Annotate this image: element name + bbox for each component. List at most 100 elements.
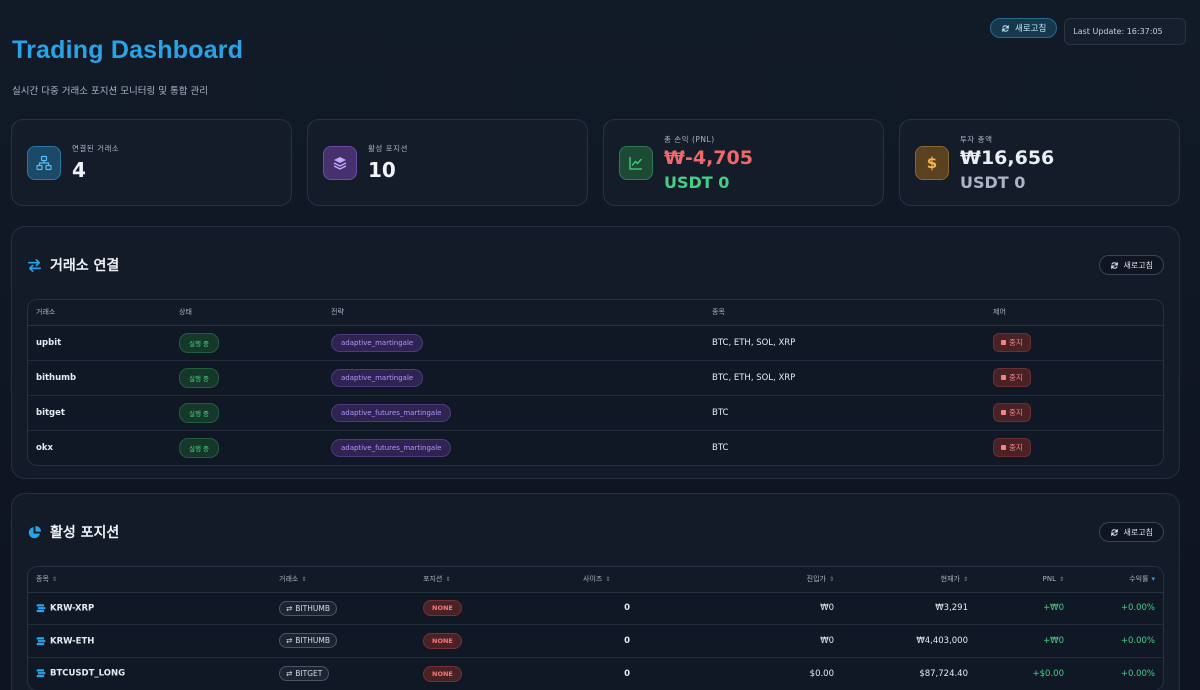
- pie-chart-icon: [28, 525, 42, 538]
- strategy-cell: adaptive_martingale: [323, 360, 704, 396]
- swap-icon: ⇄: [286, 603, 293, 613]
- layers-icon: [323, 145, 357, 180]
- refresh-icon: [1002, 24, 1009, 32]
- size: 0: [575, 624, 638, 658]
- symbol: KRW-XRP: [50, 603, 95, 614]
- status-badge: 실행 중: [179, 367, 220, 388]
- stop-button[interactable]: 중지: [993, 368, 1031, 387]
- refresh-all-button[interactable]: 새로고침: [990, 18, 1058, 38]
- exchange-cell: ⇄ BITHUMB: [271, 592, 415, 625]
- roi: +0.00%: [1120, 668, 1155, 679]
- position-badge: NONE: [423, 632, 462, 649]
- sort-header-size[interactable]: 사이즈 ⇕: [575, 567, 638, 593]
- symbol: KRW-ETH: [50, 636, 95, 646]
- exchange-name: bithumb: [28, 360, 171, 396]
- entry-price: ₩0: [638, 624, 842, 658]
- symbols: BTC: [712, 442, 729, 453]
- column-label: 사이즈: [583, 575, 603, 584]
- strategy-badge: adaptive_futures_martingale: [331, 438, 452, 457]
- status-badge: 실행 중: [179, 402, 220, 423]
- current-price: ₩4,403,000: [842, 624, 976, 658]
- entry-price: $0.00: [809, 668, 834, 679]
- exchange-chip: ⇄ BITHUMB: [279, 633, 337, 649]
- exchanges-panel-title: 거래소 연결: [27, 255, 119, 275]
- refresh-label: 새로고침: [1123, 527, 1153, 537]
- table-row: upbit 실행 중 adaptive_martingale BTC, ETH,…: [28, 325, 1163, 361]
- stat-label: 연결된 거래소: [72, 144, 120, 153]
- stats-row: 연결된 거래소 4 활성 포지션 10 총 손익 (PNL) ₩-4,705 U…: [11, 119, 1180, 206]
- stop-button[interactable]: 중지: [993, 403, 1031, 422]
- roi: +0.00%: [1072, 624, 1163, 658]
- exchange-name: BITGET: [295, 669, 323, 678]
- sort-header-symbol[interactable]: 종목 ⇕: [28, 567, 271, 593]
- current-price: ₩3,291: [842, 592, 976, 625]
- strategy-badge: adaptive_martingale: [331, 333, 424, 352]
- symbol: BTCUSDT_LONG: [50, 668, 126, 679]
- stop-icon: [1001, 340, 1006, 345]
- coins-icon: [36, 669, 46, 678]
- dollar-icon: $: [915, 145, 949, 180]
- refresh-icon: [1110, 528, 1118, 536]
- roi: +0.00%: [1072, 592, 1163, 625]
- control-cell: 중지: [985, 360, 1163, 396]
- stop-button[interactable]: 중지: [993, 333, 1031, 352]
- table-row: bitget 실행 중 adaptive_futures_martingale …: [28, 395, 1163, 431]
- stat-value: 10: [368, 158, 396, 182]
- symbols: BTC, ETH, SOL, XRP: [704, 325, 985, 361]
- position-cell: NONE: [415, 624, 575, 658]
- sort-icon: ⇕: [1058, 576, 1064, 584]
- strategy-cell: adaptive_futures_martingale: [323, 395, 704, 431]
- sort-header-roi[interactable]: 수익률 ▾: [1072, 567, 1163, 593]
- investment-krw-value: ₩16,656: [960, 146, 1055, 169]
- column-label: PNL: [1042, 575, 1056, 584]
- stop-label: 중지: [1009, 443, 1023, 453]
- column-header: 상태: [171, 300, 323, 326]
- exchange-name: BITHUMB: [295, 636, 330, 646]
- column-label: 포지션: [423, 575, 443, 584]
- pnl: +$0.00: [1032, 668, 1064, 679]
- sort-icon: ⇕: [962, 576, 968, 584]
- column-header: 거래소: [28, 300, 171, 326]
- positions-table: 종목 ⇕ 거래소 ⇕ 포지션 ⇕ 사이즈 ⇕ 진입가 ⇕ 현재가 ⇕ PNL ⇕ 수익률 ▾ K…: [27, 566, 1164, 690]
- current-price: $87,724.40: [919, 668, 968, 679]
- exchange-name: upbit: [28, 325, 171, 361]
- stat-label: 총 손익 (PNL): [664, 134, 715, 144]
- pnl-krw-value: ₩-4,705: [664, 146, 753, 169]
- status-badge: 실행 중: [179, 437, 220, 458]
- column-label: 진입가: [806, 575, 826, 584]
- swap-icon: ⇄: [286, 669, 293, 678]
- investment-usdt-value: USDT 0: [960, 172, 1026, 192]
- position-cell: NONE: [415, 592, 575, 625]
- sort-icon: ⇕: [445, 576, 451, 584]
- stop-button[interactable]: 중지: [993, 438, 1031, 458]
- strategy-cell: adaptive_martingale: [323, 325, 704, 361]
- column-label: 종목: [36, 575, 49, 584]
- exchange-cell: ⇄ BITGET: [271, 657, 415, 690]
- stat-card-investment: $ 투자 총액 ₩16,656 USDT 0: [899, 119, 1180, 206]
- sort-header-current[interactable]: 현재가 ⇕: [842, 567, 976, 593]
- sort-header-exchange[interactable]: 거래소 ⇕: [271, 567, 415, 593]
- positions-title-text: 활성 포지션: [50, 525, 120, 541]
- stat-card-positions: 활성 포지션 10: [307, 119, 588, 206]
- column-label: 수익률: [1129, 575, 1149, 584]
- swap-icon: [28, 258, 41, 272]
- status-badge: 실행 중: [179, 332, 220, 353]
- sort-header-pnl[interactable]: PNL ⇕: [976, 567, 1072, 593]
- symbol-cell: BTCUSDT_LONG: [28, 657, 271, 690]
- sort-header-entry[interactable]: 진입가 ⇕: [638, 567, 842, 593]
- size: 0: [624, 668, 630, 679]
- stat-card-exchanges: 연결된 거래소 4: [11, 119, 292, 206]
- position-badge: NONE: [423, 665, 462, 682]
- sort-header-position[interactable]: 포지션 ⇕: [415, 567, 575, 593]
- exchanges-panel: 거래소 연결 새로고침 거래소 상태 전략 종목 제어 upbit 실행 중 a…: [11, 226, 1180, 479]
- refresh-exchanges-button[interactable]: 새로고침: [1098, 255, 1164, 275]
- strategy-badge: adaptive_martingale: [331, 368, 424, 387]
- table-row: BTCUSDT_LONG ⇄ BITGET NONE 0 $0.00 $87,72…: [28, 657, 1163, 690]
- refresh-positions-button[interactable]: 새로고침: [1098, 522, 1164, 542]
- exchanges-table: 거래소 상태 전략 종목 제어 upbit 실행 중 adaptive_mart…: [27, 299, 1164, 466]
- page-title: Trading Dashboard: [12, 36, 244, 64]
- pnl: +₩0: [976, 624, 1072, 658]
- control-cell: 중지: [985, 395, 1163, 431]
- swap-icon: ⇄: [286, 636, 293, 646]
- chart-line-icon: [619, 145, 653, 180]
